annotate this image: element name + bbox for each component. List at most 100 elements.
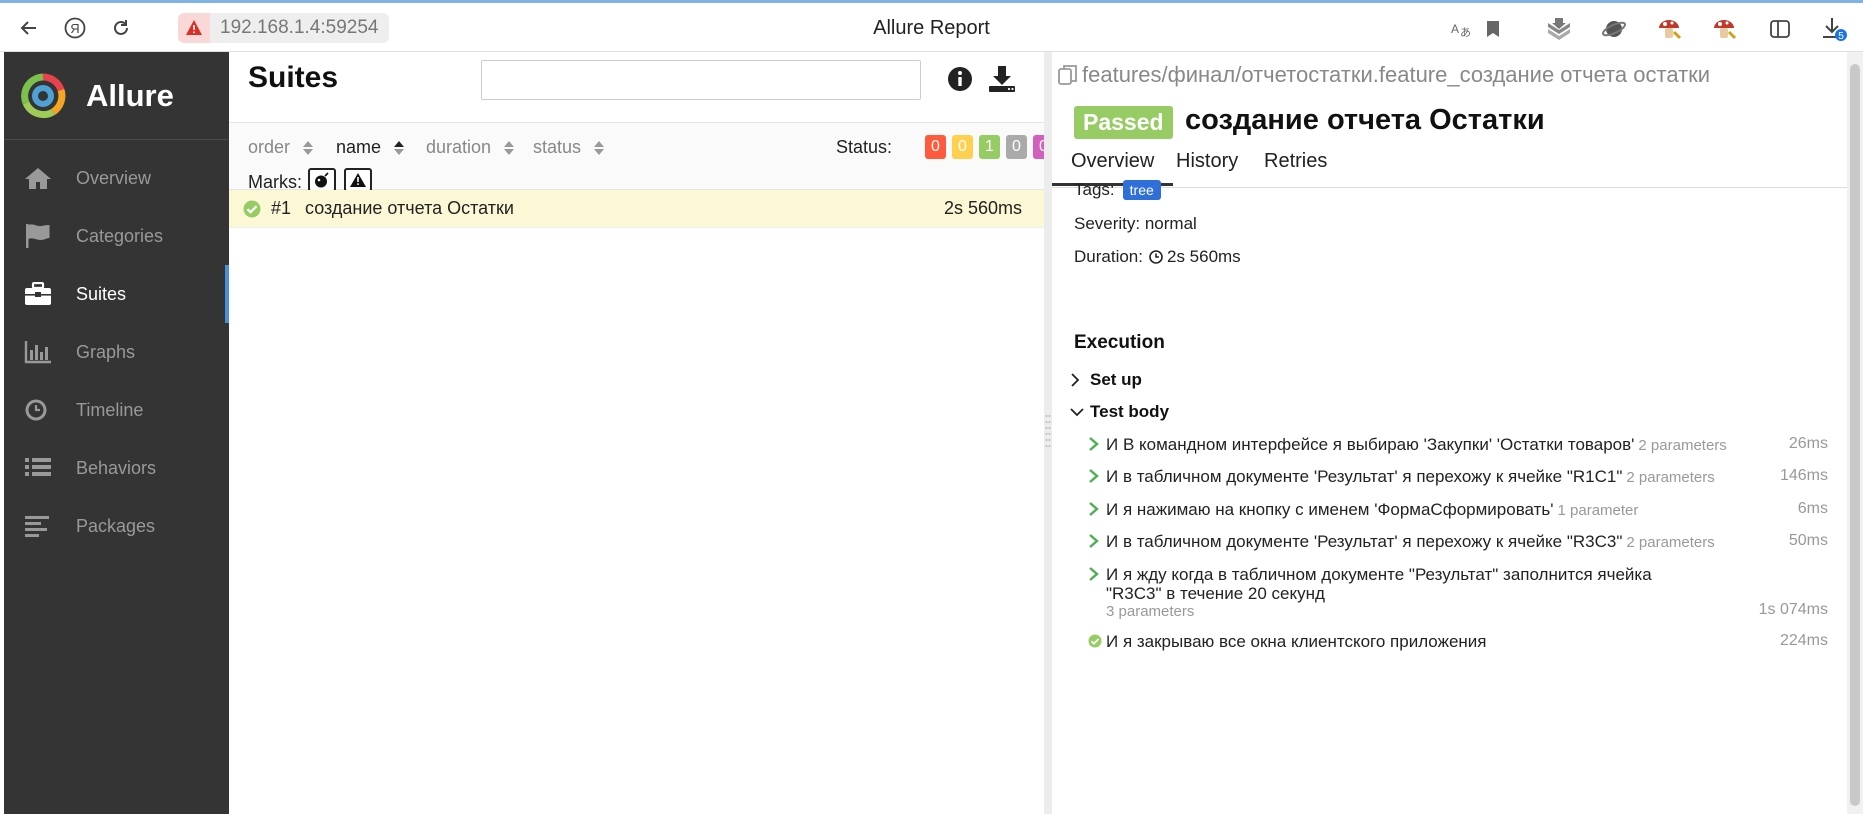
setup-group[interactable]: Set up [1070,370,1142,390]
sidebar-item-label: Overview [76,167,152,188]
status-skipped-count[interactable]: 0 [1006,135,1027,159]
yandex-icon: Я [64,17,86,39]
sidebar-item-overview[interactable]: Overview [4,149,229,207]
status-broken-count[interactable]: 0 [952,135,973,159]
copy-icon[interactable] [1058,64,1078,86]
suites-header: Suites [229,52,1044,122]
download-button[interactable] [987,64,1017,99]
bookmark-icon[interactable] [1479,15,1507,43]
allure-app: Allure Overview Categories Suites Graphs… [4,52,1863,814]
sort-icon [504,140,515,155]
briefcase-icon [24,279,58,309]
sidebar-item-label: Timeline [76,399,144,420]
warning-icon[interactable] [178,13,210,43]
info-button[interactable] [947,66,973,97]
step-row[interactable]: И я жду когда в табличном документе "Рез… [1088,565,1828,620]
chevron-right-icon [1089,502,1099,516]
duration-value: 2s 560ms [1166,247,1241,266]
sidebar-item-graphs[interactable]: Graphs [4,323,229,381]
clock-icon [1149,250,1163,264]
step-text: И В командном интерфейсе я выбираю 'Заку… [1106,435,1635,454]
pane-splitter[interactable] [1044,52,1052,814]
severity-row: Severity: normal [1074,214,1197,233]
sort-duration[interactable]: duration [426,137,515,158]
details-scrollbar[interactable] [1847,52,1863,814]
translate-icon[interactable]: Aあ [1447,15,1475,43]
svg-text:A: A [1451,22,1459,36]
step-params[interactable]: 2 parameters [1638,437,1726,454]
chevron-right-icon [1070,373,1084,387]
svg-text:あ: あ [1460,26,1471,39]
brand[interactable]: Allure [4,52,229,140]
tag-badge[interactable]: tree [1122,180,1161,200]
bomb-icon [315,172,329,188]
sidebar-item-label: Packages [76,515,156,536]
sort-order[interactable]: order [248,137,314,158]
step-row[interactable]: И я нажимаю на кнопку с именем 'ФормаСфо… [1088,500,1828,520]
extension-download-icon[interactable] [1545,15,1573,43]
chevron-down-icon [1070,407,1084,417]
step-row[interactable]: И в табличном документе 'Результат' я пе… [1088,532,1828,552]
address-bar[interactable]: 192.168.1.4:59254 [178,13,389,43]
tags-row: Tags: tree [1074,180,1161,200]
sidebar-item-label: Categories [76,225,164,246]
table-row[interactable]: #1 создание отчета Остатки 2s 560ms [229,190,1044,228]
reload-button[interactable] [106,13,136,43]
sidebar-item-categories[interactable]: Categories [4,207,229,265]
back-arrow-icon [20,21,36,35]
sidebar-item-timeline[interactable]: Timeline [4,381,229,439]
drag-handle-icon [1045,415,1051,447]
status-passed-count[interactable]: 1 [979,135,1000,159]
browser-toolbar: Я 192.168.1.4:59254 Allure Report Aあ 5 [0,0,1863,52]
extension-mushroom-2-icon[interactable] [1710,15,1738,43]
step-params[interactable]: 3 parameters [1106,603,1828,620]
scrollbar-thumb[interactable] [1850,64,1860,806]
test-path: features/финал/отчетостатки.feature_созд… [1058,62,1710,88]
sidebar-item-label: Graphs [76,341,136,362]
sidebar: Allure Overview Categories Suites Graphs… [4,52,229,814]
step-text: И в табличном документе 'Результат' я пе… [1106,467,1623,486]
step-duration: 6ms [1797,500,1828,517]
yandex-button[interactable]: Я [60,13,90,43]
step-row[interactable]: И я закрываю все окна клиентского прилож… [1088,632,1828,651]
sidebar-item-label: Suites [76,283,127,304]
duration-label: Duration: [1074,247,1143,266]
sort-bar: order name duration status Status: 0 0 1… [229,122,1054,192]
new-failed-mark-toggle[interactable] [344,168,372,192]
svg-text:Я: Я [70,21,79,36]
suites-pane: Suites order name duration status Status… [229,52,1054,814]
step-row[interactable]: И В командном интерфейсе я выбираю 'Заку… [1088,435,1828,455]
test-name: создание отчета Остатки [305,198,514,218]
sort-status[interactable]: status [533,137,605,158]
sidebar-item-label: Behaviors [76,457,157,478]
sidebar-item-packages[interactable]: Packages [4,497,229,555]
planet-extension-icon[interactable] [1600,15,1628,43]
sidebar-item-behaviors[interactable]: Behaviors [4,439,229,497]
downloads-icon[interactable]: 5 [1820,15,1848,43]
extension-mushroom-icon[interactable] [1655,15,1683,43]
sidebar-panel-icon[interactable] [1766,15,1794,43]
flaky-mark-toggle[interactable] [308,168,336,192]
bar-chart-icon [24,337,58,367]
test-body-group[interactable]: Test body [1070,402,1169,422]
back-button[interactable] [14,13,44,43]
step-params[interactable]: 2 parameters [1626,469,1714,486]
step-params[interactable]: 1 parameter [1558,502,1639,519]
svg-text:5: 5 [1838,31,1844,42]
sidebar-item-suites[interactable]: Suites [4,265,229,323]
tab-retries[interactable]: Retries [1264,150,1327,183]
status-filter-label: Status: [836,137,893,157]
step-params[interactable]: 2 parameters [1626,534,1714,551]
sort-icon [594,140,605,155]
search-input[interactable] [481,60,921,100]
url-text[interactable]: 192.168.1.4:59254 [210,13,389,43]
sort-name[interactable]: name [336,137,405,158]
step-text: И в табличном документе 'Результат' я пе… [1106,532,1623,551]
tab-history[interactable]: History [1176,150,1238,183]
step-row[interactable]: И в табличном документе 'Результат' я пе… [1088,467,1828,487]
allure-logo-icon [21,73,66,118]
chevron-right-icon [1089,437,1099,451]
step-duration: 26ms [1788,435,1828,452]
setup-label: Set up [1090,370,1142,389]
status-failed-count[interactable]: 0 [925,135,946,159]
